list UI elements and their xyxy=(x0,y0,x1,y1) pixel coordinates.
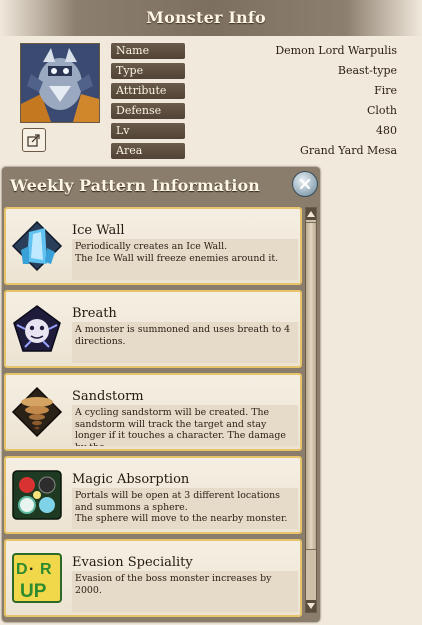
pattern-desc-line: Portals will be open at 3 different loca… xyxy=(75,490,280,513)
info-label: Defense type xyxy=(111,103,185,133)
info-label: Type xyxy=(111,63,185,79)
external-link-button[interactable] xyxy=(22,128,46,152)
arrow-up-icon xyxy=(307,211,315,217)
pattern-list-scrollbar[interactable] xyxy=(305,207,317,613)
info-label: Area xyxy=(111,143,185,159)
ice-wall-icon xyxy=(11,220,63,272)
info-label: Attribute xyxy=(111,83,185,99)
info-row-attribute: Attribute Fire xyxy=(111,83,401,101)
info-row-level: Lv 480 xyxy=(111,123,401,141)
svg-text:UP: UP xyxy=(20,581,47,602)
info-row-name: Name Demon Lord Warpulis xyxy=(111,43,401,61)
svg-text:·: · xyxy=(29,561,34,578)
pattern-card-magic-absorption[interactable]: Magic Absorption Portals will be open at… xyxy=(4,456,302,534)
pattern-title: Magic Absorption xyxy=(72,472,190,487)
pattern-card-sandstorm[interactable]: Sandstorm A cycling sandstorm will be cr… xyxy=(4,373,302,451)
breath-icon xyxy=(11,303,63,355)
scroll-up-button[interactable] xyxy=(306,208,316,220)
pattern-card-evasion-speciality[interactable]: D · R UP Evasion Speciality Evasion of t… xyxy=(4,539,302,617)
pattern-title: Evasion Speciality xyxy=(72,555,193,570)
export-icon xyxy=(27,134,40,147)
evasion-icon: D · R UP xyxy=(11,552,63,604)
pattern-desc-line: The sphere will move to the nearby monst… xyxy=(75,513,288,524)
pattern-desc-line: Periodically creates an Ice Wall. xyxy=(75,241,228,252)
info-label: Lv xyxy=(111,123,185,139)
pattern-card-breath[interactable]: Breath A monster is summoned and uses br… xyxy=(4,290,302,368)
svg-text:D: D xyxy=(16,561,28,578)
pattern-title: Sandstorm xyxy=(72,389,144,404)
close-icon xyxy=(299,178,311,190)
pattern-description: A cycling sandstorm will be created. The… xyxy=(72,405,298,446)
sandstorm-icon xyxy=(11,386,63,438)
scroll-down-button[interactable] xyxy=(306,600,316,612)
info-value: Grand Yard Mesa xyxy=(300,144,397,157)
svg-text:R: R xyxy=(40,561,52,578)
info-row-defense-type: Defense type Cloth xyxy=(111,103,401,133)
pattern-list[interactable]: Ice Wall Periodically creates an Ice Wal… xyxy=(4,205,303,621)
info-value: Demon Lord Warpulis xyxy=(275,44,397,57)
pattern-title: Breath xyxy=(72,306,117,321)
pattern-description: Evasion of the boss monster increases by… xyxy=(72,571,298,612)
pattern-title: Ice Wall xyxy=(72,223,125,238)
monster-info-title: Monster Info xyxy=(146,8,266,27)
magic-absorption-icon xyxy=(11,469,63,521)
pattern-desc-line: The Ice Wall will freeze enemies around … xyxy=(75,252,279,264)
close-button[interactable] xyxy=(292,171,318,197)
pattern-desc-line: Evasion of the boss monster increases by… xyxy=(75,573,272,596)
info-value: Fire xyxy=(374,84,397,97)
pattern-description: Periodically creates an Ice Wall. The Ic… xyxy=(72,239,298,280)
pattern-description: Portals will be open at 3 different loca… xyxy=(72,488,298,529)
info-row-type: Type Beast-type xyxy=(111,63,401,81)
pattern-desc-line: A cycling sandstorm will be created. The… xyxy=(75,407,286,446)
pattern-desc-line: A monster is summoned and uses breath to… xyxy=(75,324,291,347)
pattern-card-ice-wall[interactable]: Ice Wall Periodically creates an Ice Wal… xyxy=(4,207,302,285)
weekly-pattern-title: Weekly Pattern Information xyxy=(10,176,260,195)
monster-portrait xyxy=(20,43,100,123)
info-label: Name xyxy=(111,43,185,59)
scroll-thumb[interactable] xyxy=(306,222,316,550)
info-value: 480 xyxy=(376,124,397,137)
info-value: Beast-type xyxy=(337,64,397,77)
pattern-description: A monster is summoned and uses breath to… xyxy=(72,322,298,363)
info-row-area: Area Grand Yard Mesa xyxy=(111,143,401,161)
arrow-down-icon xyxy=(307,603,315,609)
info-value: Cloth xyxy=(366,104,397,117)
